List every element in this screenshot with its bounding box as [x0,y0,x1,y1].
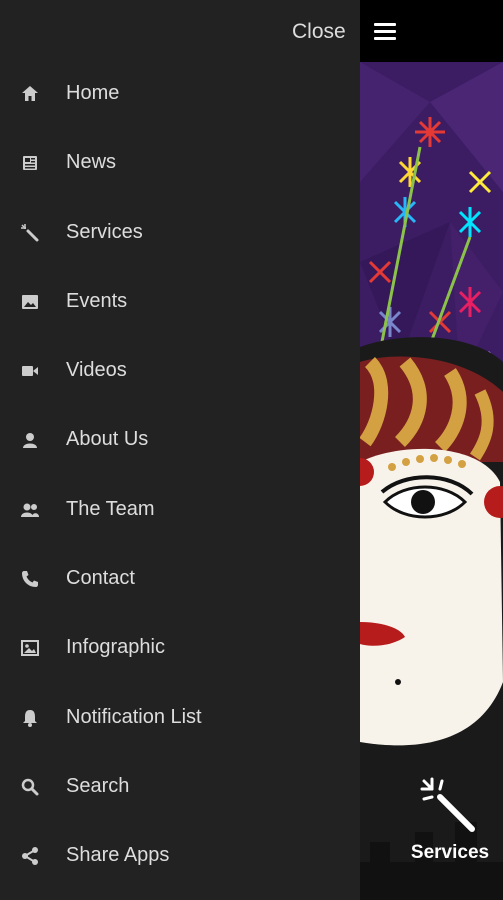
menu-item-about-us[interactable]: About Us [0,408,360,477]
menu-item-label: The Team [66,497,155,520]
magic-wand-icon [21,223,39,242]
menu-item-services[interactable]: Services [0,201,360,270]
services-tile[interactable]: Services [400,770,500,870]
menu-item-share-apps[interactable]: Share Apps [0,824,360,893]
menu-item-label: Events [66,289,128,312]
magic-wand-icon [420,777,475,832]
navigation-drawer: Close Home News Services Events Videos A… [0,0,360,900]
search-icon [21,778,39,796]
menu-item-label: Home [66,82,120,104]
phone-icon [22,571,38,588]
menu-item-events[interactable]: Events [0,270,360,339]
share-icon [22,847,38,866]
menu-item-infographic[interactable]: Infographic [0,616,360,685]
bell-icon [23,709,37,727]
menu-item-the-team[interactable]: The Team [0,478,360,547]
menu-item-search[interactable]: Search [0,755,360,824]
menu-item-news[interactable]: News [0,131,360,200]
menu-item-home[interactable]: Home [0,62,360,131]
users-icon [21,503,39,517]
picture-icon [21,640,39,657]
menu-item-label: Services [66,220,143,243]
home-icon [22,86,38,101]
user-icon [23,433,37,449]
menu-item-label: Infographic [66,636,165,659]
close-button[interactable]: Close [292,20,346,44]
hamburger-icon[interactable] [368,14,402,48]
news-icon [23,156,37,171]
video-camera-icon [22,366,38,377]
menu-item-label: Notification List [66,705,202,728]
drawer-menu: Home News Services Events Videos About U… [0,62,360,894]
menu-item-label: About Us [66,428,149,451]
menu-item-label: Search [66,774,130,797]
menu-item-videos[interactable]: Videos [0,339,360,408]
menu-item-label: Share Apps [66,844,170,867]
menu-item-notification-list[interactable]: Notification List [0,686,360,755]
menu-item-label: Videos [66,359,127,382]
menu-item-label: News [66,151,117,174]
menu-item-label: Contact [66,567,135,590]
menu-item-contact[interactable]: Contact [0,547,360,616]
services-tile-label: Services [410,842,490,863]
image-icon [22,294,38,309]
